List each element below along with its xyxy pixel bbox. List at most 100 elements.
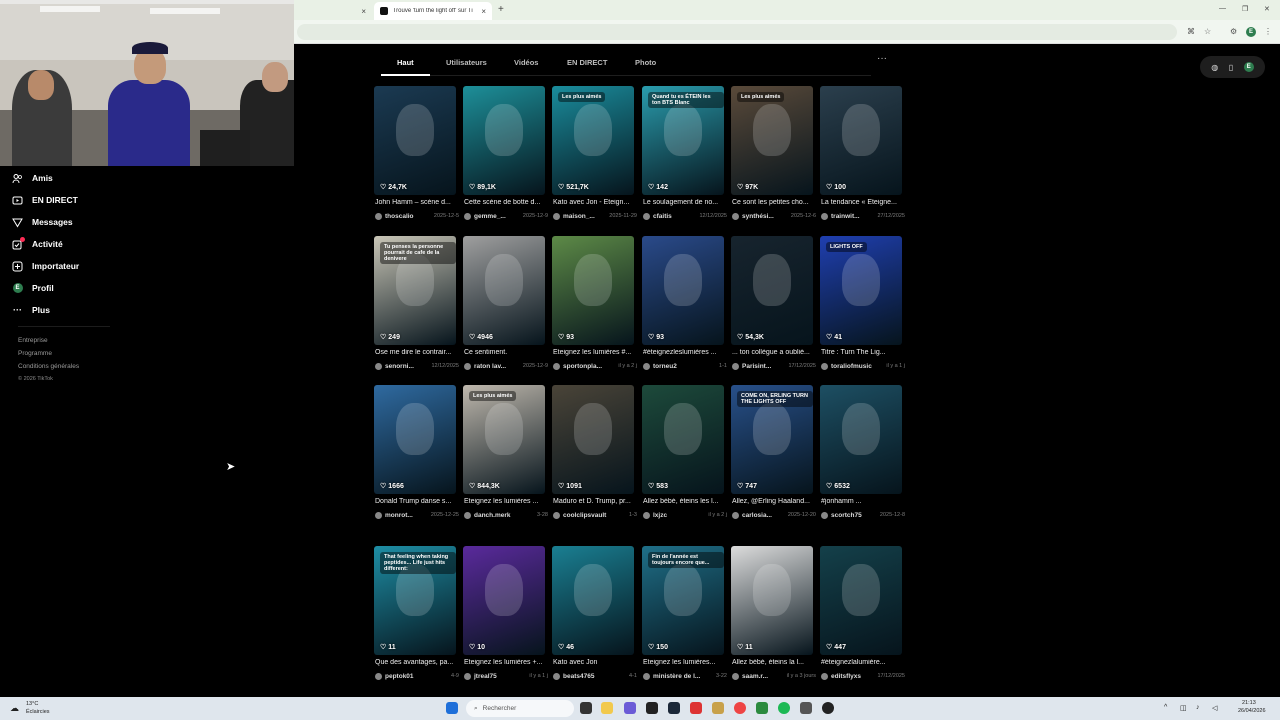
- video-title[interactable]: Allez, @Erling Haaland...: [732, 498, 814, 505]
- footer-link-terms[interactable]: Conditions générales: [18, 363, 79, 370]
- phone-icon[interactable]: ▯: [1229, 63, 1233, 72]
- video-title[interactable]: #jonhamm ...: [821, 498, 903, 505]
- nav-item-more[interactable]: ··· Plus: [12, 301, 50, 319]
- microphone-icon[interactable]: ♪: [1196, 704, 1200, 711]
- video-title[interactable]: #éteignezlalumière...: [821, 659, 903, 666]
- creator-avatar[interactable]: [643, 511, 650, 519]
- video-card[interactable]: ♡ 11 Allez bébé, éteins la l... saam.r... il…: [731, 546, 816, 680]
- video-title[interactable]: La tendance « Éteigne...: [821, 199, 903, 206]
- creator-avatar[interactable]: [553, 362, 560, 370]
- video-thumbnail[interactable]: Quand tu es ÉTEIN les ton BTS Blanc ♡ 142: [642, 86, 724, 195]
- nav-item-messages[interactable]: Messages: [12, 213, 73, 231]
- video-thumbnail[interactable]: ♡ 583: [642, 385, 724, 494]
- creator-name[interactable]: saam.r...: [742, 673, 768, 680]
- creator-avatar[interactable]: [732, 362, 739, 370]
- video-thumbnail[interactable]: That feeling when taking peptides... Lif…: [374, 546, 456, 655]
- video-title[interactable]: Que des avantages, pa...: [375, 659, 457, 666]
- video-card[interactable]: Les plus aimés ♡ 844,3K Éteignez les lumièr…: [463, 385, 548, 519]
- clock-time[interactable]: 21:13: [1242, 700, 1256, 706]
- nav-item-friends[interactable]: Amis: [12, 169, 53, 187]
- video-card[interactable]: Les plus aimés ♡ 521,7K Kato avec Jon - Éte…: [552, 86, 637, 220]
- video-title[interactable]: Allez bébé, éteins les l...: [643, 498, 725, 505]
- creator-name[interactable]: torneu2: [653, 363, 677, 370]
- creator-name[interactable]: gemme_...: [474, 213, 506, 220]
- creator-name[interactable]: cfaitis: [653, 213, 672, 220]
- video-thumbnail[interactable]: Fin de l'année est toujours encore que..…: [642, 546, 724, 655]
- video-title[interactable]: #éteignezleslumières ...: [643, 349, 725, 356]
- video-thumbnail[interactable]: Tu penses la personne pourrait de cafe d…: [374, 236, 456, 345]
- volume-icon[interactable]: ◁: [1212, 704, 1217, 712]
- creator-name[interactable]: beats4765: [563, 673, 594, 680]
- browser-tab-1[interactable]: ×: [294, 2, 372, 20]
- creator-avatar[interactable]: [643, 672, 650, 680]
- tray-chevron-icon[interactable]: ^: [1164, 704, 1167, 711]
- network-icon[interactable]: ◫: [1180, 704, 1187, 712]
- video-thumbnail[interactable]: ♡ 1091: [552, 385, 634, 494]
- tab-videos[interactable]: Vidéos: [514, 58, 538, 67]
- creator-avatar[interactable]: [464, 511, 471, 519]
- creator-name[interactable]: trainwit...: [831, 213, 860, 220]
- video-title[interactable]: Donald Trump danse s...: [375, 498, 457, 505]
- app-icon[interactable]: [800, 702, 812, 714]
- creator-name[interactable]: lxjzc: [653, 512, 667, 519]
- creator-avatar[interactable]: [643, 212, 650, 220]
- video-title[interactable]: Kato avec Jon - Éteign...: [553, 199, 635, 206]
- creator-avatar[interactable]: [821, 212, 828, 220]
- extensions-icon[interactable]: ⚙: [1230, 27, 1237, 36]
- creator-name[interactable]: maison_...: [563, 213, 595, 220]
- creator-avatar[interactable]: [464, 212, 471, 220]
- video-title[interactable]: Allez bébé, éteins la l...: [732, 659, 814, 666]
- video-title[interactable]: Éteignez les lumières #...: [553, 349, 635, 356]
- tab-live[interactable]: EN DIRECT: [567, 58, 607, 67]
- video-card[interactable]: ♡ 1666 Donald Trump danse s... monrot... 202…: [374, 385, 459, 519]
- video-card[interactable]: ♡ 93 #éteignezleslumières ... torneu2 1-1: [642, 236, 727, 370]
- video-thumbnail[interactable]: Les plus aimés ♡ 521,7K: [552, 86, 634, 195]
- video-card[interactable]: Les plus aimés ♡ 97K Ce sont les petites ch…: [731, 86, 816, 220]
- video-thumbnail[interactable]: ♡ 447: [820, 546, 902, 655]
- video-title[interactable]: Ce sont les petites cho...: [732, 199, 814, 206]
- creator-avatar[interactable]: [553, 511, 560, 519]
- tab-photo[interactable]: Photo: [635, 58, 656, 67]
- nav-item-live[interactable]: EN DIRECT: [12, 191, 78, 209]
- app-icon[interactable]: [756, 702, 768, 714]
- video-title[interactable]: Éteignez les lumières ...: [464, 498, 546, 505]
- creator-avatar[interactable]: [732, 672, 739, 680]
- translate-icon[interactable]: ⌘: [1187, 27, 1195, 36]
- creator-name[interactable]: danch.merk: [474, 512, 511, 519]
- nav-item-upload[interactable]: Importateur: [12, 257, 79, 275]
- creator-avatar[interactable]: [375, 362, 382, 370]
- video-title[interactable]: Ce sentiment.: [464, 349, 546, 356]
- creator-name[interactable]: jtreal75: [474, 673, 497, 680]
- video-card[interactable]: ♡ 6532 #jonhamm ... scortch75 2025-12-8: [820, 385, 905, 519]
- app-icon[interactable]: [690, 702, 702, 714]
- new-tab-icon[interactable]: +: [498, 4, 504, 15]
- video-thumbnail[interactable]: ♡ 10: [463, 546, 545, 655]
- creator-name[interactable]: carlosia...: [742, 512, 772, 519]
- close-tab-icon[interactable]: ×: [361, 7, 366, 16]
- video-thumbnail[interactable]: LIGHTS OFF ♡ 41: [820, 236, 902, 345]
- url-field[interactable]: [297, 24, 1177, 40]
- app-icon[interactable]: [712, 702, 724, 714]
- video-title[interactable]: Éteignez les lumières +...: [464, 659, 546, 666]
- creator-avatar[interactable]: [821, 511, 828, 519]
- video-card[interactable]: COME ON, ERLING TURN THE LIGHTS OFF ♡ 747 A…: [731, 385, 816, 519]
- creator-avatar[interactable]: [643, 362, 650, 370]
- video-thumbnail[interactable]: ♡ 100: [820, 86, 902, 195]
- video-title[interactable]: Kato avec Jon: [553, 659, 635, 666]
- creator-avatar[interactable]: [821, 672, 828, 680]
- bookmark-star-icon[interactable]: ☆: [1204, 27, 1211, 36]
- chrome-icon[interactable]: [734, 702, 746, 714]
- video-title[interactable]: ... ton collègue a oublié...: [732, 349, 814, 356]
- video-card[interactable]: ♡ 24,7K John Hamm – scène d... thoscalio 202…: [374, 86, 459, 220]
- creator-name[interactable]: monrot...: [385, 512, 413, 519]
- video-card[interactable]: Fin de l'année est toujours encore que..…: [642, 546, 727, 680]
- creator-name[interactable]: toraliofmusic: [831, 363, 872, 370]
- media-player-icon[interactable]: [822, 702, 834, 714]
- file-explorer-icon[interactable]: [601, 702, 613, 714]
- browser-tab-active[interactable]: Trouve 'turn the light off' sur Ti ×: [374, 2, 492, 20]
- video-card[interactable]: That feeling when taking peptides... Lif…: [374, 546, 459, 680]
- creator-name[interactable]: senorni...: [385, 363, 414, 370]
- discord-icon[interactable]: [624, 702, 636, 714]
- task-view-icon[interactable]: [580, 702, 592, 714]
- creator-avatar[interactable]: [821, 362, 828, 370]
